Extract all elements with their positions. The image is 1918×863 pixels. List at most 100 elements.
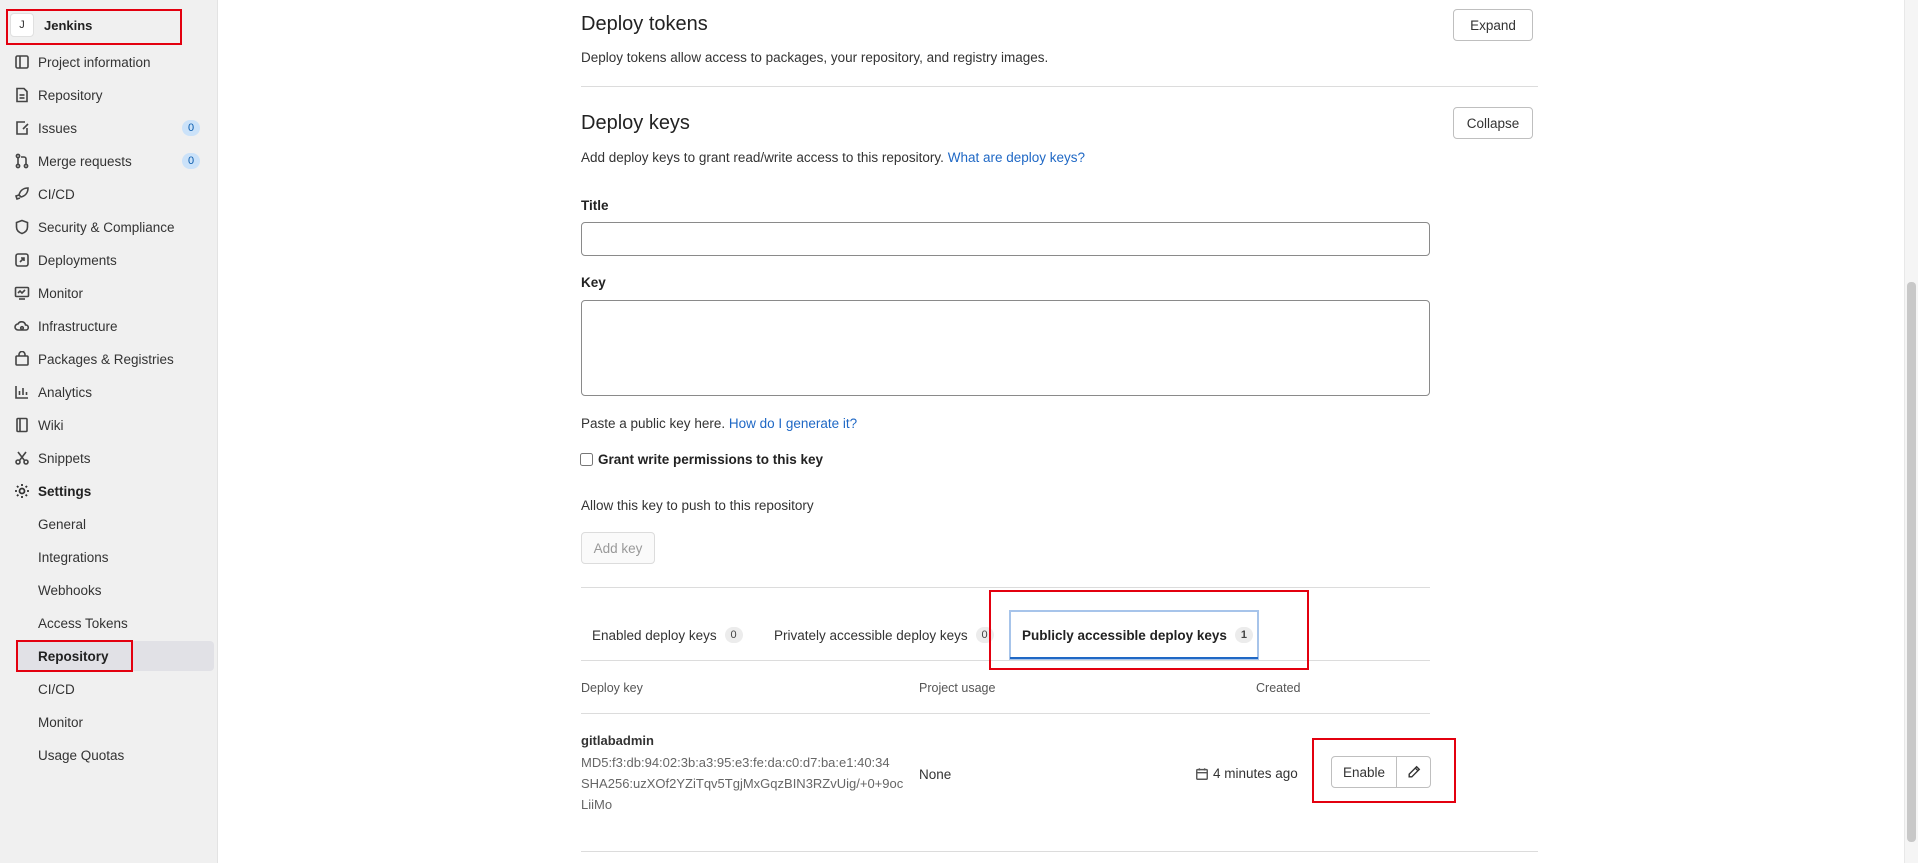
rocket-icon bbox=[14, 186, 30, 202]
sidebar-item-label: Repository bbox=[38, 87, 103, 103]
scissors-icon bbox=[14, 450, 30, 466]
settings-sub-monitor[interactable]: Monitor bbox=[16, 707, 214, 737]
sidebar-item-label: Project information bbox=[38, 54, 151, 70]
sidebar-item-packages-registries[interactable]: Packages & Registries bbox=[14, 346, 204, 372]
sidebar-item-label: Settings bbox=[38, 483, 92, 499]
bottom-divider bbox=[581, 851, 1538, 852]
add-key-button[interactable]: Add key bbox=[581, 532, 655, 564]
settings-sub-ci-cd[interactable]: CI/CD bbox=[16, 674, 214, 704]
settings-sub-usage-quotas[interactable]: Usage Quotas bbox=[16, 740, 214, 770]
column-header-project-usage: Project usage bbox=[919, 681, 996, 695]
sidebar-item-settings[interactable]: Settings bbox=[14, 478, 204, 504]
sidebar-item-label: CI/CD bbox=[38, 186, 75, 202]
sidebar-item-repository[interactable]: Repository bbox=[14, 82, 204, 108]
key-textarea[interactable] bbox=[581, 300, 1430, 396]
deploy-tokens-title: Deploy tokens bbox=[581, 13, 708, 35]
merge-request-icon bbox=[14, 153, 30, 169]
issues-icon bbox=[14, 120, 30, 136]
created-value: 4 minutes ago bbox=[1213, 766, 1298, 781]
paste-hint-text: Paste a public key here. bbox=[581, 416, 726, 431]
how-do-i-generate-link[interactable]: How do I generate it? bbox=[729, 416, 857, 431]
column-header-deploy-key: Deploy key bbox=[581, 681, 643, 695]
created-cell: 4 minutes ago bbox=[1195, 766, 1298, 781]
tab-privately-accessible-deploy-keys[interactable]: Privately accessible deploy keys 0 bbox=[774, 627, 994, 643]
sidebar-item-security-compliance[interactable]: Security & Compliance bbox=[14, 214, 204, 240]
sidebar-item-label: Packages & Registries bbox=[38, 351, 174, 367]
book-icon bbox=[14, 417, 30, 433]
sidebar-item-label: Snippets bbox=[38, 450, 91, 466]
sidebar-item-label: Merge requests bbox=[38, 153, 132, 169]
deploy-keys-description-row: Add deploy keys to grant read/write acce… bbox=[581, 150, 1085, 165]
sidebar-item-project-information[interactable]: Project information bbox=[14, 49, 204, 75]
column-header-created: Created bbox=[1256, 681, 1301, 695]
issues-count-badge: 0 bbox=[182, 120, 200, 136]
sidebar-item-label: Security & Compliance bbox=[38, 219, 175, 235]
sidebar-item-analytics[interactable]: Analytics bbox=[14, 379, 204, 405]
grant-write-label[interactable]: Grant write permissions to this key bbox=[598, 452, 823, 467]
deploy-tokens-description: Deploy tokens allow access to packages, … bbox=[581, 50, 1049, 65]
key-field-label: Key bbox=[581, 275, 606, 290]
tab-enabled-deploy-keys[interactable]: Enabled deploy keys 0 bbox=[592, 627, 743, 643]
gear-icon bbox=[14, 483, 30, 499]
highlight-public-tab bbox=[989, 590, 1309, 670]
deploy-key-md5: MD5:f3:db:94:02:3b:a3:95:e3:fe:da:c0:d7:… bbox=[581, 755, 890, 770]
sidebar-item-label: Issues bbox=[38, 120, 78, 136]
sidebar-item-deployments[interactable]: Deployments bbox=[14, 247, 204, 273]
project-usage-value: None bbox=[919, 767, 952, 782]
sidebar-item-merge-requests[interactable]: Merge requests 0 bbox=[14, 148, 204, 174]
grant-write-checkbox[interactable] bbox=[580, 453, 593, 466]
form-divider bbox=[581, 587, 1430, 588]
collapse-button[interactable]: Collapse bbox=[1453, 107, 1533, 139]
sidebar-item-snippets[interactable]: Snippets bbox=[14, 445, 204, 471]
section-divider bbox=[581, 86, 1538, 87]
table-header-divider bbox=[581, 713, 1430, 714]
sidebar-item-label: Deployments bbox=[38, 252, 117, 268]
tab-count-badge: 0 bbox=[724, 627, 743, 643]
shield-icon bbox=[14, 219, 30, 235]
page-scrollbar[interactable] bbox=[1904, 0, 1918, 863]
table-row: gitlabadmin MD5:f3:db:94:02:3b:a3:95:e3:… bbox=[581, 733, 1430, 823]
deploy-key-name: gitlabadmin bbox=[581, 733, 654, 748]
calendar-icon bbox=[1195, 767, 1209, 781]
sidebar: J Jenkins Project information Repository… bbox=[0, 0, 218, 863]
sidebar-item-monitor[interactable]: Monitor bbox=[14, 280, 204, 306]
highlight-enable-button bbox=[1312, 738, 1456, 803]
package-icon bbox=[14, 351, 30, 367]
sidebar-item-issues[interactable]: Issues 0 bbox=[14, 115, 204, 141]
expand-button[interactable]: Expand bbox=[1453, 9, 1533, 41]
scrollbar-thumb[interactable] bbox=[1907, 282, 1916, 842]
highlight-project bbox=[6, 9, 182, 45]
sidebar-item-label: Wiki bbox=[38, 417, 64, 433]
analytics-icon bbox=[14, 384, 30, 400]
sidebar-item-infrastructure[interactable]: Infrastructure bbox=[14, 313, 204, 339]
sidebar-item-label: Monitor bbox=[38, 285, 84, 301]
grant-write-row: Grant write permissions to this key bbox=[580, 452, 823, 467]
settings-sub-webhooks[interactable]: Webhooks bbox=[16, 575, 214, 605]
sidebar-item-wiki[interactable]: Wiki bbox=[14, 412, 204, 438]
what-are-deploy-keys-link[interactable]: What are deploy keys? bbox=[948, 150, 1085, 165]
deploy-keys-description: Add deploy keys to grant read/write acce… bbox=[581, 150, 944, 165]
highlight-repository-settings bbox=[16, 640, 133, 672]
monitor-icon bbox=[14, 285, 30, 301]
tab-label: Privately accessible deploy keys bbox=[774, 627, 968, 643]
sidebar-item-label: Infrastructure bbox=[38, 318, 118, 334]
sidebar-item-ci-cd[interactable]: CI/CD bbox=[14, 181, 204, 207]
deployments-icon bbox=[14, 252, 30, 268]
title-field-label: Title bbox=[581, 198, 609, 213]
title-input[interactable] bbox=[581, 222, 1430, 256]
repository-file-icon bbox=[14, 87, 30, 103]
paste-hint-row: Paste a public key here. How do I genera… bbox=[581, 416, 857, 431]
settings-sub-general[interactable]: General bbox=[16, 509, 214, 539]
cloud-gear-icon bbox=[14, 318, 30, 334]
main-content: Deploy tokens Deploy tokens allow access… bbox=[218, 0, 1918, 863]
merge-requests-count-badge: 0 bbox=[182, 153, 200, 169]
tab-label: Enabled deploy keys bbox=[592, 627, 717, 643]
settings-sub-integrations[interactable]: Integrations bbox=[16, 542, 214, 572]
project-information-icon bbox=[14, 54, 30, 70]
deploy-key-sha256: SHA256:uzXOf2YZiTqv5TgjMxGqzBIN3RZvUig/+… bbox=[581, 776, 904, 791]
deploy-key-sha256-cont: LiiMo bbox=[581, 797, 613, 812]
allow-push-text: Allow this key to push to this repositor… bbox=[581, 498, 814, 513]
settings-sub-access-tokens[interactable]: Access Tokens bbox=[16, 608, 214, 638]
deploy-keys-title: Deploy keys bbox=[581, 112, 690, 134]
sidebar-item-label: Analytics bbox=[38, 384, 93, 400]
